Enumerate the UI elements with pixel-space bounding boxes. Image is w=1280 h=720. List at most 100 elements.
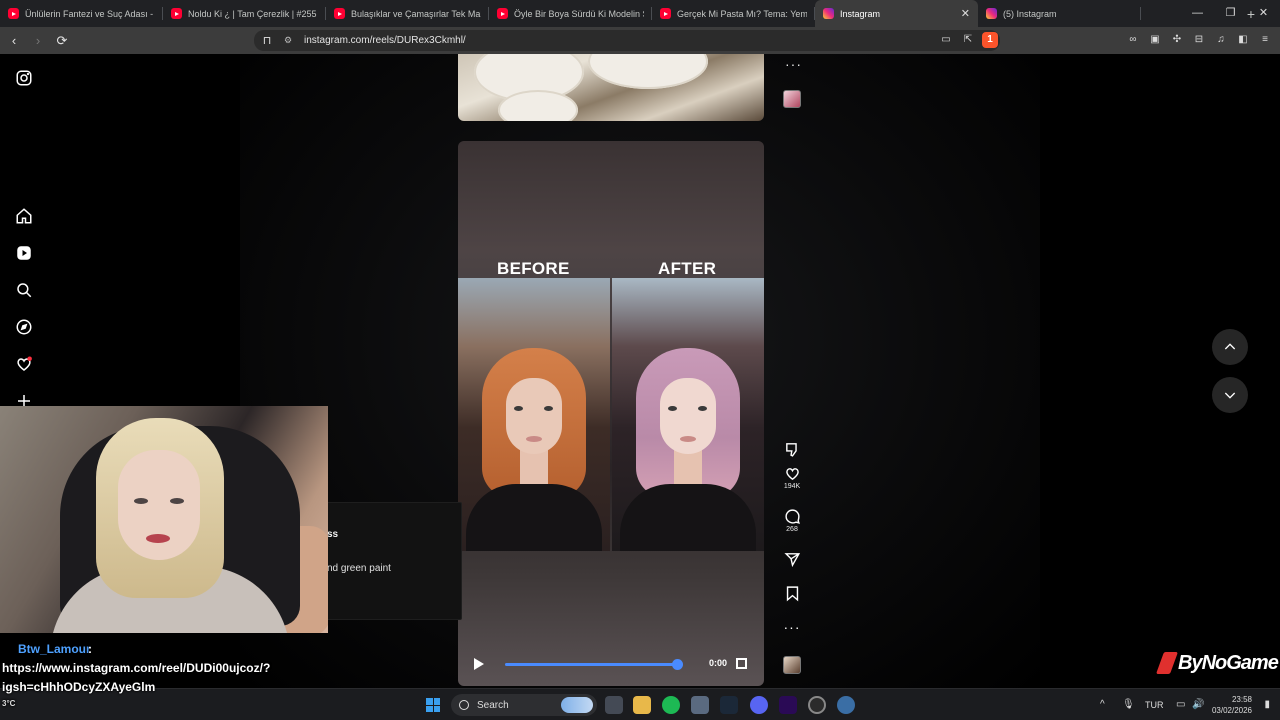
menu-icon[interactable]: ≡ <box>1258 33 1272 47</box>
chat-username: Btw_Lamour <box>18 642 91 656</box>
dislike-button[interactable] <box>776 441 808 458</box>
tab-4[interactable]: Öyle Bir Boya Sürdü Ki Modelin Saç <box>489 0 652 27</box>
microphone-icon[interactable]: 🎙 <box>1122 699 1135 710</box>
eye-image <box>134 498 148 504</box>
back-button[interactable]: ‹ <box>4 33 24 48</box>
extensions-icon[interactable]: ✣ <box>1170 33 1184 47</box>
volume-icon[interactable]: 🔊 <box>1192 699 1204 710</box>
search-icon <box>459 700 469 710</box>
premiere-icon[interactable] <box>779 696 797 714</box>
comment-icon <box>784 509 800 524</box>
browser-toolbar: ‹ › ⟳ ⊓ ⚙ instagram.com/reels/DURex3Ckmh… <box>0 27 1280 54</box>
more-options-icon[interactable]: ··· <box>776 619 808 635</box>
site-info-icon[interactable]: ⚙ <box>284 35 298 46</box>
audio-avatar[interactable] <box>783 90 801 108</box>
before-photo <box>458 278 610 551</box>
tray-overflow-icon[interactable]: ^ <box>1100 699 1105 710</box>
forward-button[interactable]: › <box>28 33 48 48</box>
comment-button[interactable]: 268 <box>776 508 808 533</box>
url-text[interactable]: instagram.com/reels/DURex3Ckmhl/ <box>304 35 466 46</box>
vpn-icon[interactable]: ∞ <box>1126 33 1140 47</box>
fullscreen-icon[interactable] <box>736 658 747 669</box>
progress-knob[interactable] <box>672 659 684 670</box>
obs-icon[interactable] <box>808 696 826 714</box>
windows-taskbar: Search ^ 🎙 TUR ▭ 🔊 23:58 03/02/2026 ▮ <box>0 688 1280 720</box>
discord-icon[interactable] <box>750 696 768 714</box>
brave-shield-icon[interactable]: 1 <box>982 32 998 48</box>
send-icon <box>783 553 800 568</box>
youtube-icon <box>8 8 19 19</box>
wallet-icon[interactable]: ▣ <box>1148 33 1162 47</box>
start-button[interactable] <box>426 698 440 712</box>
eye-image <box>544 406 553 411</box>
notifications-icon[interactable]: ▮ <box>1264 699 1270 710</box>
reel-video[interactable]: BEFORE AFTER 0:00 <box>458 141 764 686</box>
tab-search-icon[interactable]: ⊟ <box>1192 33 1206 47</box>
lips-image <box>526 436 542 442</box>
tab-7[interactable]: (5) Instagram <box>978 0 1141 27</box>
chat-message-line-2: igsh=cHhhODcyZXAyeGlm <box>2 680 156 694</box>
lips-image <box>146 534 170 543</box>
bookmark-icon[interactable]: ⊓ <box>258 34 276 47</box>
tab-5[interactable]: Gerçek Mi Pasta Mı? Tema: Yemekler <box>652 0 815 27</box>
video-controls: 0:00 <box>458 642 764 686</box>
minimize-button[interactable]: — <box>1181 0 1214 27</box>
tab-2[interactable]: Noldu Ki ¿ | Tam Çerezlik | #255 - Yo <box>163 0 326 27</box>
task-view-icon[interactable] <box>605 696 623 714</box>
tab-1[interactable]: Ünlülerin Fantezi ve Suç Adası - Jeff <box>0 0 163 27</box>
heart-icon <box>785 468 799 481</box>
tab-3[interactable]: Bulaşıklar ve Çamaşırlar Tek Makine <box>326 0 489 27</box>
lips-image <box>680 436 696 442</box>
share-icon[interactable]: ⇱ <box>960 32 976 48</box>
cast-icon[interactable]: ▭ <box>938 32 954 48</box>
thumbs-down-icon <box>785 443 797 457</box>
youtube-icon <box>171 8 182 19</box>
file-explorer-icon[interactable] <box>633 696 651 714</box>
window-controls: — ❐ ✕ <box>1181 0 1280 27</box>
music-icon[interactable]: ♫ <box>1214 33 1228 47</box>
network-icon[interactable]: ▭ <box>1176 699 1185 710</box>
instagram-icon <box>986 8 997 19</box>
save-button[interactable] <box>776 585 808 602</box>
reels-icon[interactable] <box>12 241 36 265</box>
spotify-icon[interactable] <box>662 696 680 714</box>
more-options-icon[interactable]: ··· <box>785 56 802 72</box>
notifications-heart-icon[interactable] <box>12 352 36 376</box>
caption-panel: ss nd green paint <box>316 502 462 620</box>
taskbar-search[interactable]: Search <box>451 694 597 716</box>
next-reel-button[interactable] <box>1212 377 1248 413</box>
instagram-logo-icon[interactable] <box>12 66 36 90</box>
close-tab-icon[interactable]: ✕ <box>961 7 970 20</box>
before-caption: BEFORE <box>497 259 570 278</box>
steam-icon[interactable] <box>720 696 738 714</box>
tab-6-active[interactable]: Instagram ✕ <box>815 0 978 27</box>
tab-title: (5) Instagram <box>1003 8 1057 19</box>
face-image <box>118 450 200 560</box>
search-highlight-image <box>561 697 593 713</box>
plate-image <box>588 54 708 89</box>
game-icon[interactable] <box>691 696 709 714</box>
screen: Ünlülerin Fantezi ve Suç Adası - Jeff No… <box>0 0 1280 720</box>
like-button[interactable]: 194K <box>776 465 808 490</box>
previous-reel-thumbnail[interactable] <box>458 54 764 121</box>
explore-icon[interactable] <box>12 315 36 339</box>
video-time: 0:00 <box>709 658 728 668</box>
reload-button[interactable]: ⟳ <box>52 33 72 49</box>
weather-widget[interactable]: 3°C <box>2 699 15 708</box>
address-bar[interactable]: ⊓ ⚙ instagram.com/reels/DURex3Ckmhl/ ▭ ⇱… <box>254 30 1000 51</box>
progress-bar[interactable] <box>505 659 684 670</box>
after-caption: AFTER <box>658 259 717 278</box>
share-button[interactable] <box>776 551 808 568</box>
close-window-button[interactable]: ✕ <box>1247 0 1280 27</box>
clock[interactable]: 23:58 03/02/2026 <box>1212 694 1252 716</box>
search-icon[interactable] <box>12 278 36 302</box>
home-icon[interactable] <box>12 204 36 228</box>
audio-track-avatar[interactable] <box>783 656 801 674</box>
settings-icon[interactable] <box>837 696 855 714</box>
play-icon[interactable] <box>474 658 484 670</box>
previous-reel-button[interactable] <box>1212 329 1248 365</box>
input-language[interactable]: TUR <box>1145 700 1164 710</box>
sidebar-icon[interactable]: ◧ <box>1236 33 1250 47</box>
maximize-button[interactable]: ❐ <box>1214 0 1247 27</box>
youtube-icon <box>497 8 508 19</box>
